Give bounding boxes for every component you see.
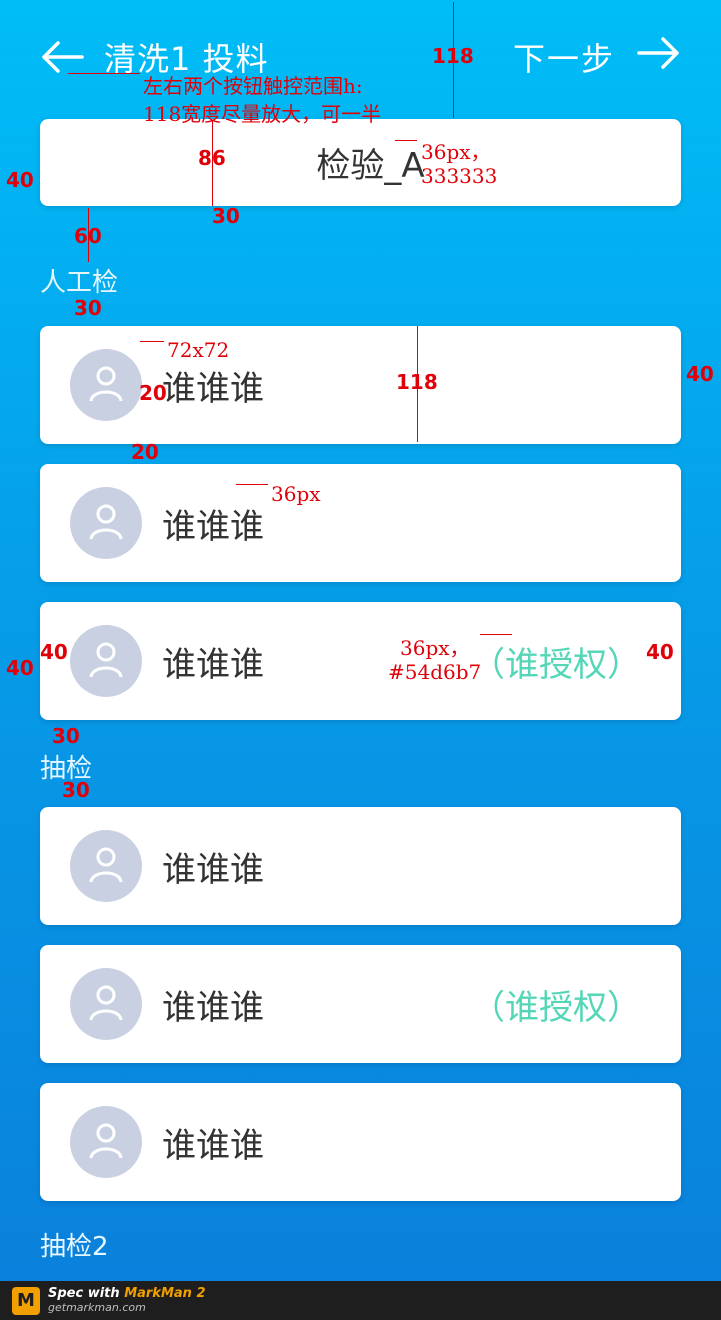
leader-line [68, 73, 140, 74]
leader-line [480, 634, 512, 635]
user-icon [86, 982, 126, 1026]
user-icon [86, 501, 126, 545]
annotation-note: 72x72 [167, 338, 230, 362]
measure-label: 30 [62, 778, 90, 802]
person-card[interactable]: 谁谁谁 [40, 464, 681, 582]
measure-label: 30 [212, 204, 240, 228]
measure-label: 30 [74, 296, 102, 320]
next-button[interactable]: 下一步 [513, 34, 681, 80]
markman-footer: M Spec with MarkMan 2 getmarkman.com [0, 1281, 721, 1320]
measure-label: 20 [131, 440, 159, 464]
measure-label: 40 [40, 640, 68, 664]
person-card[interactable]: 谁谁谁 [40, 1083, 681, 1201]
measure-label: 40 [686, 362, 714, 386]
annotation-note: 36px， [400, 636, 470, 660]
avatar [70, 1106, 142, 1178]
auth-tag: （谁授权） [471, 987, 641, 1028]
leader-line [236, 484, 268, 485]
user-icon [86, 639, 126, 683]
person-card[interactable]: 谁谁谁 （谁授权） [40, 945, 681, 1063]
arrow-left-icon [40, 39, 84, 75]
avatar [70, 625, 142, 697]
measure-label: 40 [6, 656, 34, 680]
measure-label: 86 [198, 146, 226, 170]
measure-label: 118 [432, 44, 474, 68]
avatar [70, 349, 142, 421]
markman-line2: getmarkman.com [48, 1300, 146, 1314]
annotation-note: 118宽度尽量放大，可一半 [143, 102, 382, 126]
user-icon [86, 363, 126, 407]
measure-label: 20 [139, 381, 167, 405]
user-icon [86, 1120, 126, 1164]
arrow-right-icon [637, 35, 681, 79]
person-card[interactable]: 谁谁谁 （谁授权） [40, 602, 681, 720]
step-card[interactable]: 检验_A [40, 119, 681, 206]
annotation-note: 36px， [421, 140, 491, 164]
step-value: 检验_A [316, 146, 425, 186]
avatar [70, 487, 142, 559]
group-label-manual: 人工检 [40, 268, 119, 298]
measure-label: 118 [396, 370, 438, 394]
annotation-note: 36px [271, 482, 321, 506]
measure-label: 40 [6, 168, 34, 192]
person-card[interactable]: 谁谁谁 [40, 807, 681, 925]
measure-label: 30 [52, 724, 80, 748]
person-name: 谁谁谁 [162, 506, 264, 547]
leader-line [395, 140, 417, 141]
markman-line1: Spec with MarkMan 2 [48, 1286, 206, 1302]
avatar [70, 830, 142, 902]
annotation-note: 333333 [421, 164, 498, 188]
annotation-note: 左右两个按钮触控范围h: [143, 74, 363, 98]
measure-label: 60 [74, 224, 102, 248]
leader-line [140, 341, 164, 342]
person-name: 谁谁谁 [162, 1125, 264, 1166]
user-icon [86, 844, 126, 888]
person-name: 谁谁谁 [162, 849, 264, 890]
next-label: 下一步 [512, 40, 615, 78]
annotation-note: #54d6b7 [388, 660, 482, 684]
person-card[interactable]: 谁谁谁 [40, 326, 681, 444]
auth-tag: （谁授权） [471, 644, 641, 685]
person-name: 谁谁谁 [162, 987, 264, 1028]
avatar [70, 968, 142, 1040]
measure-label: 40 [646, 640, 674, 664]
group-label-sampling-2: 抽检2 [40, 1232, 109, 1262]
markman-logo-icon: M [12, 1286, 40, 1315]
